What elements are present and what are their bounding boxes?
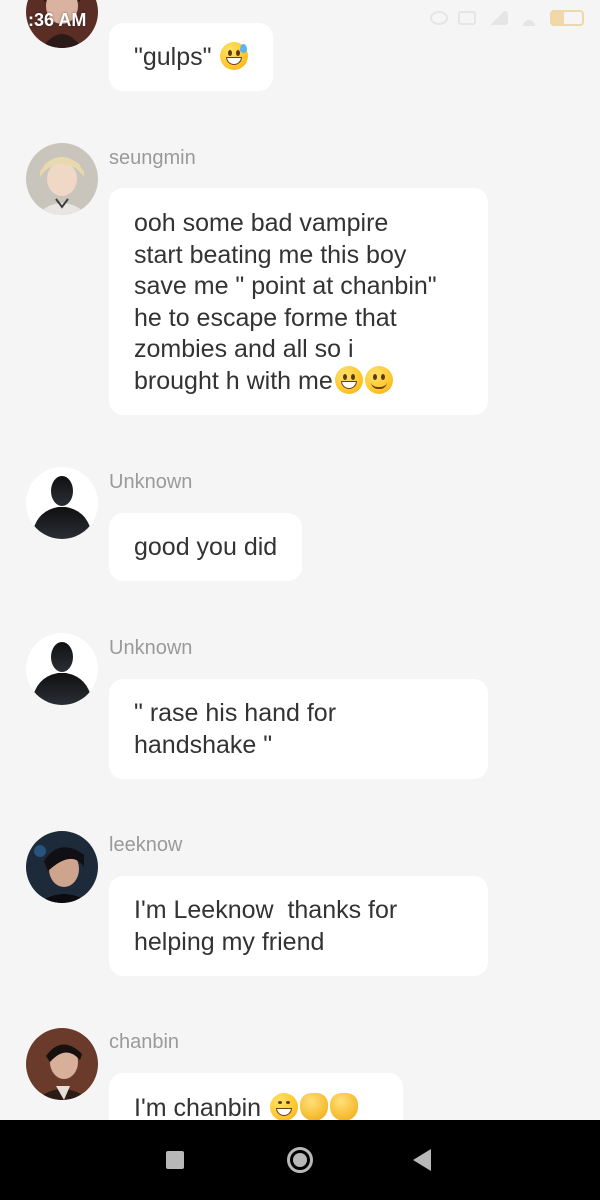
smile-emoji — [364, 365, 393, 394]
sender-name: Unknown — [109, 637, 193, 659]
avatar[interactable] — [26, 1028, 98, 1100]
avatar-photo-chanbin — [26, 1028, 98, 1100]
circle-icon — [287, 1147, 313, 1173]
back-button[interactable] — [382, 1120, 462, 1200]
avatar[interactable] — [26, 143, 98, 215]
status-time: :36 AM — [28, 10, 87, 30]
message-text: I'm chanbin — [134, 1094, 269, 1120]
navigation-bar — [0, 1120, 600, 1200]
avatar[interactable] — [26, 831, 98, 903]
message-text: good you did — [134, 533, 278, 561]
sender-name: seungmin — [109, 147, 196, 169]
notification-icon — [458, 11, 476, 25]
message-bubble[interactable]: ooh some bad vampire start beating me th… — [109, 188, 488, 415]
handshake-emoji — [300, 1093, 329, 1120]
message-text: " rase his hand for handshake " — [134, 699, 337, 759]
sender-name: chanbin — [109, 1031, 180, 1053]
avatar[interactable] — [26, 633, 98, 705]
message-bubble[interactable]: I'm Leeknow thanks for helping my friend — [109, 876, 488, 976]
signal-icon — [486, 11, 508, 25]
home-button[interactable] — [260, 1120, 340, 1200]
sender-name: Unknown — [109, 471, 193, 493]
message-text: ooh some bad vampire start beating me th… — [134, 209, 437, 395]
avatar-photo-seungmin — [26, 143, 98, 215]
avatar[interactable] — [26, 467, 98, 539]
recent-apps-button[interactable] — [135, 1120, 215, 1200]
triangle-back-icon — [413, 1149, 431, 1171]
laughing-emoji — [270, 1093, 299, 1120]
message-bubble[interactable]: good you did — [109, 513, 303, 581]
status-icons — [430, 10, 584, 26]
message-text: I'm Leeknow thanks for helping my friend — [134, 896, 398, 956]
avatar-silhouette — [26, 633, 98, 705]
message-bubble[interactable]: " rase his hand for handshake " — [109, 679, 488, 779]
message-bubble[interactable]: I'm chanbin — [109, 1073, 403, 1120]
message-text: "gulps" — [134, 43, 219, 71]
battery-icon — [550, 10, 584, 26]
handshake-emoji — [330, 1093, 359, 1120]
square-icon — [166, 1151, 184, 1169]
message-bubble[interactable]: "gulps" — [109, 23, 274, 91]
sender-name: leeknow — [109, 834, 183, 856]
avatar-silhouette — [26, 467, 98, 539]
alarm-icon — [430, 11, 448, 25]
grin-emoji — [334, 365, 363, 394]
avatar-photo-leeknow — [26, 831, 98, 903]
sweat-smile-emoji — [220, 42, 249, 70]
wifi-icon — [518, 10, 540, 26]
